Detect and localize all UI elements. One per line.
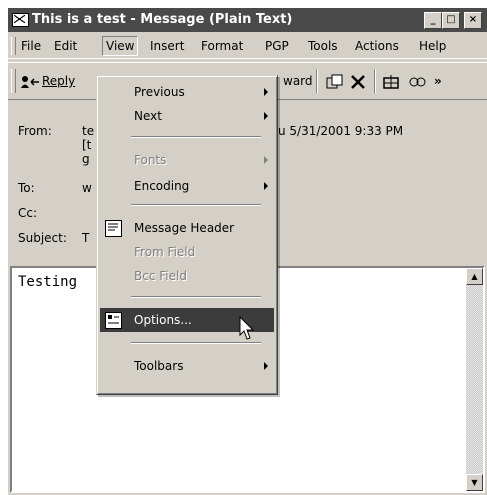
menu-separator	[131, 296, 261, 298]
menu-item-toolbars[interactable]: Toolbars	[100, 354, 274, 378]
subject-value: T	[82, 231, 90, 245]
delete-button[interactable]	[350, 69, 366, 93]
menu-item-fonts: Fonts	[100, 148, 274, 172]
menu-edit[interactable]: Edit	[51, 37, 80, 55]
vertical-scrollbar[interactable]: ▲ ▼	[466, 268, 483, 491]
reply-button[interactable]: Reply	[20, 69, 75, 93]
move-folder-icon	[326, 74, 343, 88]
from-label: From:	[18, 124, 52, 138]
menu-item-from-field: From Field	[134, 245, 196, 259]
menu-bar: File Edit View Insert Format PGP Tools A…	[8, 34, 487, 59]
from-value: te	[82, 124, 95, 138]
menu-item-previous[interactable]: Previous	[100, 80, 274, 104]
from-value-line2: [t	[82, 138, 92, 152]
submenu-arrow-icon	[264, 156, 268, 164]
submenu-arrow-icon	[264, 112, 268, 120]
delete-icon	[351, 74, 365, 89]
menu-file[interactable]: File	[18, 37, 44, 55]
from-value-line3: g	[82, 152, 90, 166]
submenu-arrow-icon	[264, 362, 268, 370]
cc-label: Cc:	[18, 206, 38, 220]
move-to-folder-button[interactable]	[326, 69, 344, 93]
menubar-grip[interactable]	[11, 37, 16, 55]
message-header-icon	[105, 220, 122, 237]
menu-separator	[131, 342, 261, 344]
address-book-button[interactable]	[382, 69, 402, 93]
toolbar-grip[interactable]	[11, 69, 16, 93]
title-bar[interactable]: This is a test - Message (Plain Text) _ …	[8, 8, 487, 32]
reply-icon	[21, 75, 39, 88]
menu-pgp[interactable]: PGP	[262, 37, 292, 55]
options-icon	[105, 312, 122, 329]
check-names-icon	[409, 77, 426, 86]
to-value[interactable]: w	[82, 181, 92, 195]
sent-value: u 5/31/2001 9:33 PM	[278, 124, 404, 138]
address-book-icon	[383, 74, 399, 89]
menu-help[interactable]: Help	[416, 37, 449, 55]
menu-format[interactable]: Format	[198, 37, 246, 55]
view-menu-dropdown: Previous Next Fonts Encoding Message Hea…	[96, 75, 278, 395]
message-body-text: Testing	[18, 274, 78, 290]
toolbar-overflow-icon[interactable]: »	[434, 69, 442, 93]
scroll-up-button[interactable]: ▲	[466, 268, 483, 285]
maximize-button[interactable]: □	[442, 12, 460, 29]
menu-separator	[131, 204, 261, 206]
menu-item-bcc-field: Bcc Field	[134, 269, 187, 283]
submenu-arrow-icon	[264, 182, 268, 190]
menu-item-next[interactable]: Next	[100, 104, 274, 128]
envelope-icon	[12, 13, 29, 27]
toolbar-separator	[374, 69, 376, 93]
menu-separator	[131, 136, 261, 138]
scroll-down-button[interactable]: ▼	[466, 474, 483, 491]
mouse-cursor-icon	[239, 316, 255, 340]
toolbar-separator	[316, 69, 318, 93]
menu-tools[interactable]: Tools	[305, 37, 341, 55]
to-label: To:	[18, 181, 35, 195]
close-button[interactable]: ×	[464, 12, 482, 29]
minimize-button[interactable]: _	[424, 12, 442, 29]
menu-item-message-header[interactable]: Message Header	[100, 216, 274, 240]
menu-actions[interactable]: Actions	[352, 37, 402, 55]
menu-view[interactable]: View	[102, 36, 139, 56]
subject-label: Subject:	[18, 231, 67, 245]
forward-button[interactable]: ward	[283, 69, 313, 93]
window-title: This is a test - Message (Plain Text)	[32, 12, 293, 27]
menu-insert[interactable]: Insert	[147, 37, 187, 55]
menu-item-encoding[interactable]: Encoding	[100, 174, 274, 198]
submenu-arrow-icon	[264, 88, 268, 96]
check-names-button[interactable]	[408, 69, 428, 93]
